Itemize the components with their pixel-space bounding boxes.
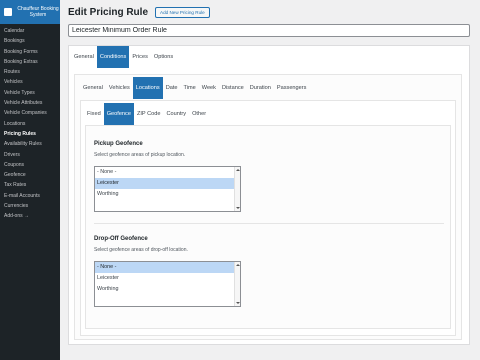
location-tab-geofence[interactable]: Geofence	[103, 103, 134, 125]
add-new-pricing-rule-button[interactable]: Add New Pricing Rule	[155, 7, 210, 18]
tab-prices[interactable]: Prices	[129, 46, 151, 68]
page-title: Edit Pricing Rule	[68, 7, 149, 18]
select-option[interactable]: Leicester	[95, 273, 234, 284]
section-divider	[94, 223, 444, 224]
sidebar-item-routes[interactable]: Routes	[0, 67, 60, 77]
locations-tabs: Fixed Geofence ZIP Code Country Other	[84, 103, 209, 125]
location-tab-other[interactable]: Other	[189, 103, 209, 125]
condition-tab-passengers[interactable]: Passengers	[274, 77, 310, 99]
sidebar-item-bookings[interactable]: Bookings	[0, 36, 60, 46]
tab-general[interactable]: General	[71, 46, 97, 68]
location-tab-fixed[interactable]: Fixed	[84, 103, 104, 125]
condition-tab-time[interactable]: Time	[181, 77, 199, 99]
condition-tab-vehicles[interactable]: Vehicles	[106, 77, 133, 99]
select-option[interactable]: Worthing	[95, 189, 234, 200]
condition-tab-distance[interactable]: Distance	[219, 77, 247, 99]
conditions-panel: General Vehicles Locations Date Time Week Dist…	[74, 74, 462, 340]
scroll-down-icon[interactable]	[236, 302, 240, 304]
location-tab-country[interactable]: Country	[163, 103, 189, 125]
title-row: Edit Pricing Rule Add New Pricing Rule	[68, 7, 210, 18]
sidebar-item-geofence[interactable]: Geofence	[0, 170, 60, 180]
select-option[interactable]: Worthing	[95, 284, 234, 295]
dropoff-geofence-title: Drop-Off Geofence	[94, 236, 148, 242]
condition-tab-general[interactable]: General	[80, 77, 106, 99]
tab-conditions[interactable]: Conditions	[96, 46, 130, 68]
sidebar-menu: Calendar Bookings Booking Forms Booking Ext…	[0, 24, 60, 222]
sidebar-item-vehicle-attributes[interactable]: Vehicle Attributes	[0, 98, 60, 108]
plugin-logo-icon	[4, 8, 12, 16]
sidebar-item-vehicle-types[interactable]: Vehicle Types	[0, 88, 60, 98]
select-option[interactable]: - None -	[95, 262, 234, 273]
sidebar-header[interactable]: Chauffeur Booking System	[0, 0, 60, 24]
pickup-geofence-description: Select geofence areas of pickup location…	[94, 152, 186, 158]
sidebar-item-e-mail-accounts[interactable]: E-mail Accounts	[0, 191, 60, 201]
sidebar-item-drivers[interactable]: Drivers	[0, 150, 60, 160]
select-option[interactable]: Leicester	[95, 178, 234, 189]
conditions-tabs: General Vehicles Locations Date Time Week Dist…	[80, 77, 309, 99]
condition-tab-week[interactable]: Week	[199, 77, 219, 99]
sidebar-item-availability-rules[interactable]: Availability Rules	[0, 139, 60, 149]
sidebar-item-coupons[interactable]: Coupons	[0, 160, 60, 170]
sidebar-item-booking-forms[interactable]: Booking Forms	[0, 47, 60, 57]
locations-panel: Fixed Geofence ZIP Code Country Other Pickup…	[80, 100, 456, 336]
condition-tab-locations[interactable]: Locations	[132, 77, 163, 99]
scrollbar[interactable]	[234, 167, 240, 211]
dropoff-geofence-select[interactable]: - None - Leicester Worthing	[94, 261, 241, 307]
main-tabs: General Conditions Prices Options	[71, 46, 176, 68]
sidebar-item-pricing-rules[interactable]: Pricing Rules	[0, 129, 60, 139]
sidebar-item-booking-extras[interactable]: Booking Extras	[0, 57, 60, 67]
sidebar-title: Chauffeur Booking System	[17, 6, 59, 18]
main-content: Edit Pricing Rule Add New Pricing Rule G…	[60, 0, 480, 360]
scroll-up-icon[interactable]	[236, 169, 240, 171]
geofence-panel: Pickup Geofence Select geofence areas of…	[85, 125, 451, 329]
sidebar-item-tax-rates[interactable]: Tax Rates	[0, 180, 60, 190]
condition-tab-date[interactable]: Date	[163, 77, 181, 99]
pickup-geofence-select[interactable]: - None - Leicester Worthing	[94, 166, 241, 212]
admin-sidebar: Chauffeur Booking System Calendar Booking…	[0, 0, 60, 360]
sidebar-item-vehicle-companies[interactable]: Vehicle Companies	[0, 108, 60, 118]
select-option[interactable]: - None -	[95, 167, 234, 178]
sidebar-item-vehicles[interactable]: Vehicles	[0, 77, 60, 87]
sidebar-item-calendar[interactable]: Calendar	[0, 26, 60, 36]
dropoff-geofence-description: Select geofence areas of drop-off locati…	[94, 247, 188, 253]
settings-panel: General Conditions Prices Options General Ve…	[68, 45, 470, 345]
location-tab-zip-code[interactable]: ZIP Code	[134, 103, 164, 125]
scroll-down-icon[interactable]	[236, 207, 240, 209]
sidebar-item-add-ons[interactable]: Add-ons →	[0, 211, 60, 221]
scroll-up-icon[interactable]	[236, 264, 240, 266]
condition-tab-duration[interactable]: Duration	[247, 77, 274, 99]
tab-options[interactable]: Options	[151, 46, 176, 68]
sidebar-item-currencies[interactable]: Currencies	[0, 201, 60, 211]
sidebar-item-locations[interactable]: Locations	[0, 119, 60, 129]
rule-title-input[interactable]	[68, 24, 470, 37]
scrollbar[interactable]	[234, 262, 240, 306]
pickup-geofence-title: Pickup Geofence	[94, 141, 143, 147]
